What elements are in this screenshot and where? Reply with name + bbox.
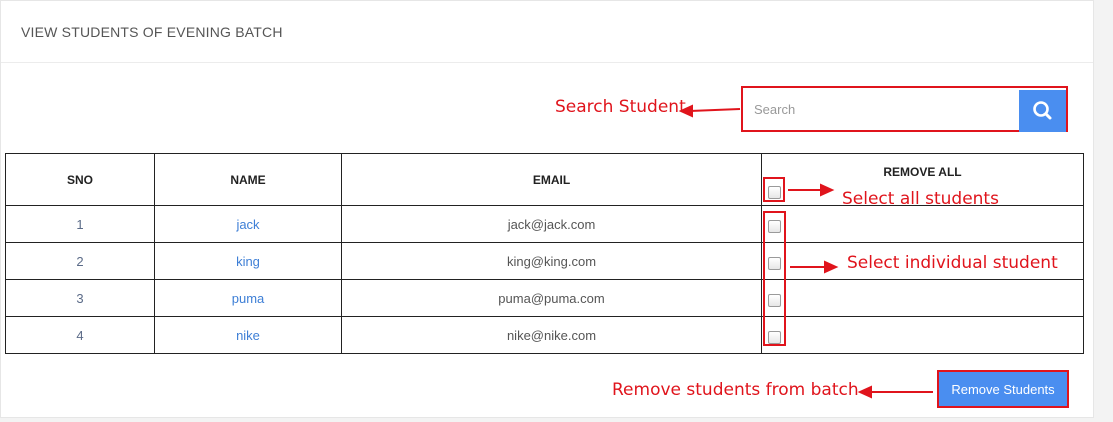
- search-input[interactable]: [745, 90, 1019, 128]
- table-row: 4 nike nike@nike.com: [5, 316, 1084, 354]
- row-sno: 4: [5, 316, 155, 354]
- remove-all-label: REMOVE ALL: [883, 165, 962, 179]
- student-name-link[interactable]: king: [236, 254, 260, 269]
- remove-students-button[interactable]: Remove Students: [937, 370, 1069, 408]
- row-sno: 2: [5, 242, 155, 280]
- row-email: nike@nike.com: [341, 316, 762, 354]
- select-all-highlight: [763, 177, 785, 202]
- page-title: VIEW STUDENTS OF EVENING BATCH: [21, 24, 283, 40]
- annotation-select-all: Select all students: [842, 189, 999, 209]
- row-sno: 3: [5, 279, 155, 317]
- student-name-link[interactable]: nike: [236, 328, 260, 343]
- row-name-cell: nike: [154, 316, 342, 354]
- row-name-cell: king: [154, 242, 342, 280]
- annotation-select-individual: Select individual student: [847, 253, 1058, 273]
- row-sno: 1: [5, 205, 155, 243]
- row-select-cell: [761, 205, 1084, 243]
- student-name-link[interactable]: jack: [236, 217, 259, 232]
- student-name-link[interactable]: puma: [232, 291, 265, 306]
- row-name-cell: puma: [154, 279, 342, 317]
- column-header-sno: SNO: [5, 153, 155, 206]
- search-icon: [1033, 101, 1052, 120]
- search-group: [741, 86, 1068, 132]
- row-select-highlight: [763, 211, 786, 346]
- column-header-name: NAME: [154, 153, 342, 206]
- row-select-cell: [761, 316, 1084, 354]
- row-email: jack@jack.com: [341, 205, 762, 243]
- panel-header: VIEW STUDENTS OF EVENING BATCH: [1, 1, 1093, 63]
- search-button[interactable]: [1019, 90, 1066, 132]
- table-row: 3 puma puma@puma.com: [5, 279, 1084, 317]
- table-row: 1 jack jack@jack.com: [5, 205, 1084, 243]
- annotation-search: Search Student: [555, 97, 686, 117]
- row-email: puma@puma.com: [341, 279, 762, 317]
- row-select-cell: [761, 279, 1084, 317]
- row-email: king@king.com: [341, 242, 762, 280]
- annotation-remove: Remove students from batch: [612, 380, 859, 400]
- column-header-email: EMAIL: [341, 153, 762, 206]
- row-name-cell: jack: [154, 205, 342, 243]
